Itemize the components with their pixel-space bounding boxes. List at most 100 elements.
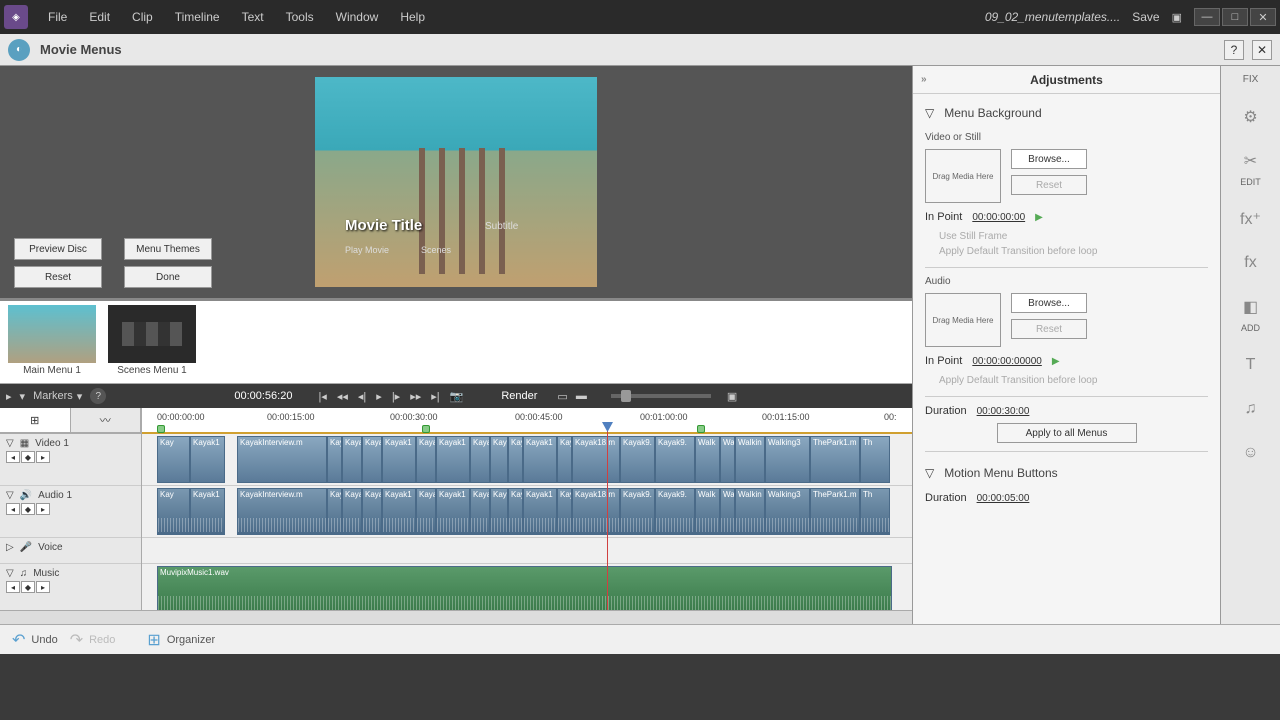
clip[interactable]: ThePark1.m	[810, 436, 860, 483]
clip[interactable]: MuvipixMusic1.wav	[157, 566, 892, 610]
playhead[interactable]	[607, 426, 608, 610]
track-header-video1[interactable]: ▽▦Video 1 ◂◆▸	[0, 434, 141, 486]
menu-clip[interactable]: Clip	[122, 4, 163, 30]
redo-button[interactable]: ↷Redo	[70, 630, 116, 650]
clip[interactable]: Kayak18.m	[572, 436, 620, 483]
close-window-icon[interactable]: ✕	[1250, 8, 1276, 26]
clip[interactable]: Kaya	[490, 436, 508, 483]
clip[interactable]: Walk	[695, 436, 720, 483]
menu-scenes[interactable]: Scenes	[421, 245, 451, 255]
duration-value[interactable]: 00:00:30:00	[977, 406, 1030, 417]
organizer-button[interactable]: ⊞Organizer	[147, 630, 215, 650]
done-button[interactable]: Done	[124, 266, 212, 288]
horizontal-scrollbar[interactable]	[0, 610, 912, 624]
step-fwd-icon[interactable]: ▸▸	[410, 390, 421, 403]
clip[interactable]: Kay	[557, 436, 572, 483]
audio-drop-zone[interactable]: Drag Media Here	[925, 293, 1001, 347]
clip[interactable]: Wa	[720, 436, 735, 483]
menu-edit[interactable]: Edit	[79, 4, 120, 30]
clip[interactable]: Kayak1	[382, 436, 416, 483]
minimize-icon[interactable]: —	[1194, 8, 1220, 26]
clip[interactable]: Kayak9.	[620, 436, 655, 483]
clip[interactable]: Kay	[157, 436, 190, 483]
clip[interactable]: Walkin	[735, 488, 765, 535]
menu-help[interactable]: Help	[390, 4, 435, 30]
track-audio1[interactable]: KayKayak1KayakInterview.mKayKayakKayakKa…	[142, 486, 912, 538]
adjust-tab[interactable]: ⚙	[1233, 105, 1269, 129]
maximize-icon[interactable]: □	[1222, 8, 1248, 26]
collapse-icon[interactable]: ▽	[925, 466, 934, 480]
clip[interactable]: Walk	[695, 488, 720, 535]
clip[interactable]: Walking3	[765, 436, 810, 483]
clip[interactable]: Kayak18.m	[572, 488, 620, 535]
track-video1[interactable]: KayKayak1KayakInterview.mKayKayakKayakKa…	[142, 434, 912, 486]
view-mode-icon[interactable]: ▬	[576, 390, 587, 402]
sceneline-view-icon[interactable]: 〰	[71, 408, 142, 432]
menu-tools[interactable]: Tools	[276, 4, 324, 30]
clip[interactable]: Kayak1	[190, 488, 225, 535]
clip[interactable]: Wa	[720, 488, 735, 535]
marker[interactable]	[157, 425, 165, 433]
fx-tab[interactable]: fx	[1233, 251, 1269, 275]
fullscreen-timeline-icon[interactable]: ▣	[727, 390, 737, 403]
menu-window[interactable]: Window	[326, 4, 389, 30]
frame-fwd-icon[interactable]: |▸	[392, 390, 400, 403]
clip[interactable]: Kay	[508, 488, 523, 535]
expand-icon[interactable]: ▸	[6, 390, 12, 403]
play-icon[interactable]: ▸	[376, 390, 382, 403]
video-drop-zone[interactable]: Drag Media Here	[925, 149, 1001, 203]
clip[interactable]: Kayak	[342, 436, 362, 483]
panel-collapse-icon[interactable]: »	[921, 74, 927, 85]
clip[interactable]: Th	[860, 488, 890, 535]
clip[interactable]: Kayak1	[523, 488, 557, 535]
clip[interactable]: Kaya	[490, 488, 508, 535]
current-timecode[interactable]: 00:00:56:20	[234, 390, 292, 402]
clip[interactable]: Kayak9.	[655, 488, 695, 535]
clip[interactable]: Walkin	[735, 436, 765, 483]
menu-thumb-scenes[interactable]: Scenes Menu 1	[108, 305, 196, 379]
close-panel-icon[interactable]: ✕	[1252, 40, 1272, 60]
clip[interactable]: Kayak	[362, 488, 382, 535]
collapse-icon[interactable]: ▽	[925, 106, 934, 120]
clip[interactable]: Kayak9.	[620, 488, 655, 535]
clip[interactable]: Kayak	[362, 436, 382, 483]
menu-thumb-main[interactable]: Main Menu 1	[8, 305, 96, 379]
clip[interactable]: Kayak1	[436, 488, 470, 535]
clip[interactable]: Kay	[157, 488, 190, 535]
apply-all-menus-button[interactable]: Apply to all Menus	[997, 423, 1137, 443]
menu-preview-frame[interactable]: Movie Title Subtitle Play Movie Scenes	[315, 77, 597, 287]
render-button[interactable]: Render	[501, 390, 537, 402]
in-point-value[interactable]: 00:00:00:00	[972, 212, 1025, 223]
timeline-help-icon[interactable]: ?	[90, 388, 106, 404]
graphics-tab[interactable]: ☺	[1233, 441, 1269, 465]
clip[interactable]: Kay	[327, 436, 342, 483]
menu-timeline[interactable]: Timeline	[165, 4, 230, 30]
clip[interactable]: Kaya	[470, 488, 490, 535]
goto-start-icon[interactable]: |◂	[318, 390, 326, 403]
browse-audio-button[interactable]: Browse...	[1011, 293, 1087, 313]
clip[interactable]: Kayak1	[382, 488, 416, 535]
menu-file[interactable]: File	[38, 4, 77, 30]
goto-end-icon[interactable]: ▸|	[431, 390, 439, 403]
step-back-icon[interactable]: ◂◂	[337, 390, 348, 403]
play-audio-icon[interactable]: ▶	[1052, 356, 1060, 367]
track-header-voice[interactable]: ▷🎤Voice	[0, 538, 141, 564]
clip[interactable]: Walking3	[765, 488, 810, 535]
undo-button[interactable]: ↶Undo	[12, 630, 58, 650]
browse-video-button[interactable]: Browse...	[1011, 149, 1087, 169]
track-header-music[interactable]: ▽♫Music ◂◆▸	[0, 564, 141, 610]
fullscreen-icon[interactable]: ▣	[1172, 11, 1182, 24]
marker[interactable]	[697, 425, 705, 433]
effects-tab[interactable]: fx⁺	[1233, 207, 1269, 231]
preview-disc-button[interactable]: Preview Disc	[14, 238, 102, 260]
clip[interactable]: Kayak9.	[655, 436, 695, 483]
menu-text[interactable]: Text	[232, 4, 274, 30]
motion-duration-value[interactable]: 00:00:05:00	[977, 493, 1030, 504]
music-tab[interactable]: ♫	[1233, 397, 1269, 421]
transitions-tab[interactable]: ◧ADD	[1233, 295, 1269, 333]
audio-in-point-value[interactable]: 00:00:00:00000	[972, 356, 1042, 367]
markers-dropdown[interactable]: Markers▾	[33, 390, 82, 403]
clip[interactable]: Kayak1	[523, 436, 557, 483]
clip[interactable]: Kaya	[470, 436, 490, 483]
snapshot-icon[interactable]: 📷	[450, 390, 464, 403]
